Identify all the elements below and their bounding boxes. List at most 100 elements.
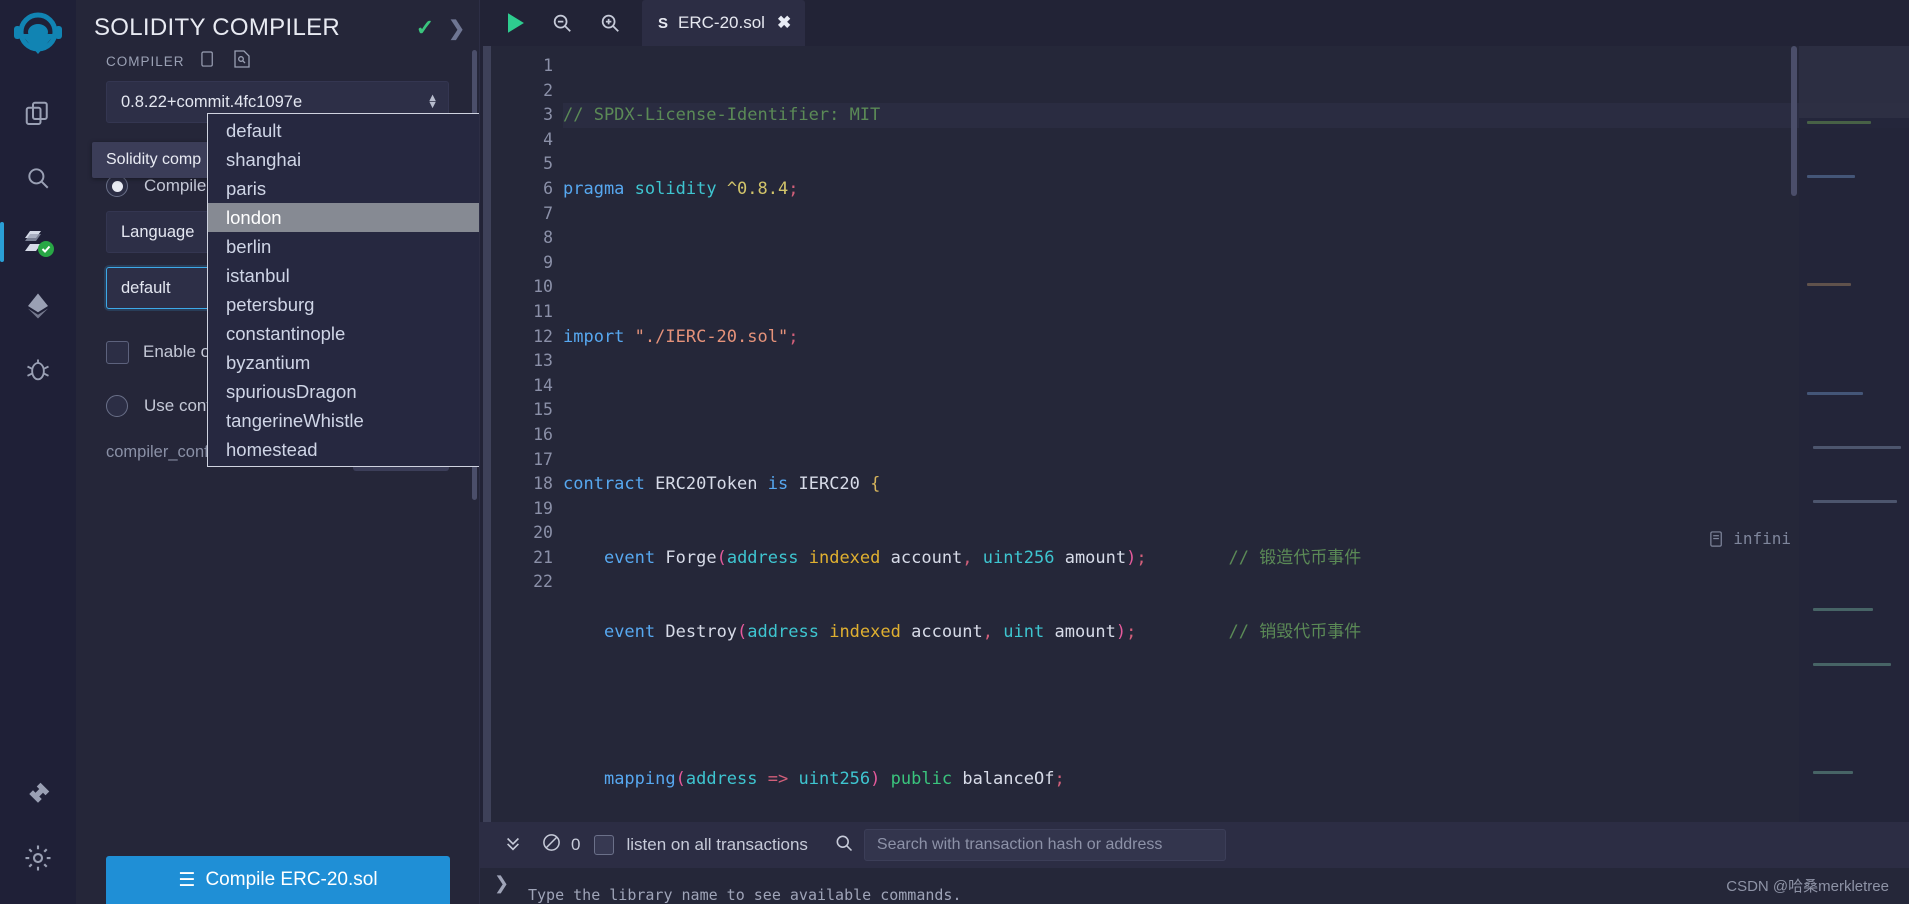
solidity-file-icon: S [658,14,669,32]
zoom-out-icon[interactable] [538,0,586,46]
line-number: 13 [533,351,553,371]
line-number: 18 [533,474,553,494]
line-number: 12 [533,326,553,346]
code-line-8: event Destroy(address indexed account, u… [603,621,1362,642]
editor-area: S ERC-20.sol ✖ 1 2 3 4 5 6 7 8 9 10 11 1… [480,0,1909,904]
line-number: 8 [543,228,553,248]
code-line-2: pragma solidity ^0.8.4; [563,178,799,199]
panel-header: SOLIDITY COMPILER ✓ ❯ [76,0,479,44]
evm-version-dropdown[interactable]: default shanghai paris london berlin ist… [207,113,479,467]
language-label: Language [121,222,195,241]
line-number: 15 [533,400,553,420]
line-number: 19 [533,498,553,518]
enable-optimization-checkbox[interactable] [106,340,129,364]
line-number: 10 [533,277,553,297]
minimap-viewport[interactable] [1799,46,1909,118]
run-script-icon[interactable] [490,0,538,46]
compile-button[interactable]: ☰ Compile ERC-20.sol [106,856,450,904]
sidebar-item-solidity-compiler[interactable] [0,214,66,270]
listen-on-network-checkbox[interactable] [594,835,615,855]
code-line-6: contract ERC20Token is IERC20 { [563,474,881,495]
plugin-manager-icon[interactable] [10,776,66,832]
evm-option-tangerinewhistle[interactable]: tangerineWhistle [208,406,479,435]
code-line-4: import "./IERC-20.sol"; [563,326,799,347]
evm-option-istanbul[interactable]: istanbul [208,261,479,290]
evm-option-byzantium[interactable]: byzantium [208,348,479,377]
line-number: 9 [543,252,553,272]
search-icon[interactable] [10,150,66,206]
publish-icon[interactable] [232,50,252,73]
code-line-7: event Forge(address indexed account, uin… [603,547,1362,568]
settings-icon[interactable] [10,840,66,896]
compiler-label: COMPILER [106,54,185,69]
evm-option-berlin[interactable]: berlin [208,232,479,261]
evm-option-spuriousdragon[interactable]: spuriousDragon [208,377,479,406]
chevron-right-icon[interactable]: ❯ [448,16,465,41]
page-title: SOLIDITY COMPILER [94,14,341,41]
compile-icon: ☰ [178,869,196,891]
tooltip: Solidity comp [92,142,216,178]
deploy-run-icon[interactable] [10,278,66,334]
panel-header-actions: ✓ ❯ [416,15,465,41]
remix-ide-window: SOLIDITY COMPILER ✓ ❯ COMPILER 0.8.22+co… [0,0,1909,904]
evm-option-shanghai[interactable]: shanghai [208,145,479,174]
clear-console-icon[interactable] [532,833,571,857]
line-number: 11 [533,301,553,321]
close-icon[interactable]: ✖ [777,13,791,33]
evm-option-paris[interactable]: paris [208,174,479,203]
radio-icon-use-config-file[interactable] [106,395,128,417]
search-icon[interactable] [824,833,864,858]
editor-tab-filename: ERC-20.sol [678,13,765,32]
collapse-terminal-icon[interactable] [494,834,532,857]
compiler-version-value: 0.8.22+commit.4fc1097e [121,92,303,111]
code-line-1: // SPDX-License-Identifier: MIT [563,103,1909,128]
remix-logo-icon[interactable] [7,6,69,68]
line-number: 3 [543,105,553,125]
solidity-compiler-panel: SOLIDITY COMPILER ✓ ❯ COMPILER 0.8.22+co… [76,0,480,904]
terminal-search-input[interactable]: Search with transaction hash or address [863,829,1226,861]
line-number: 4 [543,129,553,149]
evm-option-default[interactable]: default [208,116,479,145]
line-number: 22 [533,572,553,592]
line-number: 21 [533,547,553,567]
code-line-10: mapping(address => uint256) public balan… [603,769,1065,790]
evm-option-petersburg[interactable]: petersburg [208,290,479,319]
terminal-hint-text: Type the library name to see available c… [528,886,962,904]
compiler-subheader: COMPILER [76,44,479,77]
radio-icon-compiler-config[interactable] [106,175,128,197]
line-number: 2 [543,80,553,100]
compiled-check-icon[interactable]: ✓ [416,15,434,41]
inline-hint-text: infini [1733,529,1791,548]
copy-icon[interactable] [200,51,216,72]
line-number: 17 [533,449,553,469]
line-number: 20 [533,523,553,543]
code-fold-strip [483,46,491,822]
listen-on-network-label: listen on all transactions [626,835,808,854]
inline-gas-hint: infini [1709,527,1791,552]
terminal-prompt-icon[interactable]: ❯ [494,873,509,894]
code-editor[interactable]: 1 2 3 4 5 6 7 8 9 10 11 12 13 14 15 16 1… [480,46,1909,822]
evm-option-homestead[interactable]: homestead [208,435,479,464]
code-vertical-scrollbar[interactable] [1791,46,1797,196]
evm-option-constantinople[interactable]: constantinople [208,319,479,348]
terminal-body[interactable]: Type the library name to see available c… [480,868,1909,904]
file-explorer-icon[interactable] [10,86,66,142]
evm-option-london[interactable]: london [208,203,479,232]
code-content[interactable]: // SPDX-License-Identifier: MIT pragma s… [563,46,1909,822]
zoom-in-icon[interactable] [586,0,634,46]
line-number: 7 [543,203,553,223]
line-number: 16 [533,424,553,444]
console-error-count: 0 [571,835,581,854]
line-number-gutter: 1 2 3 4 5 6 7 8 9 10 11 12 13 14 15 16 1… [491,46,563,822]
editor-tab-erc20[interactable]: S ERC-20.sol ✖ [642,0,806,46]
line-number: 6 [543,178,553,198]
debugger-icon[interactable] [10,342,66,398]
line-number: 1 [543,56,553,75]
minimap[interactable] [1799,46,1909,822]
spinner-icon[interactable]: ▲▼ [427,93,438,111]
editor-toolbar: S ERC-20.sol ✖ [480,0,1909,46]
icon-rail [0,0,76,904]
